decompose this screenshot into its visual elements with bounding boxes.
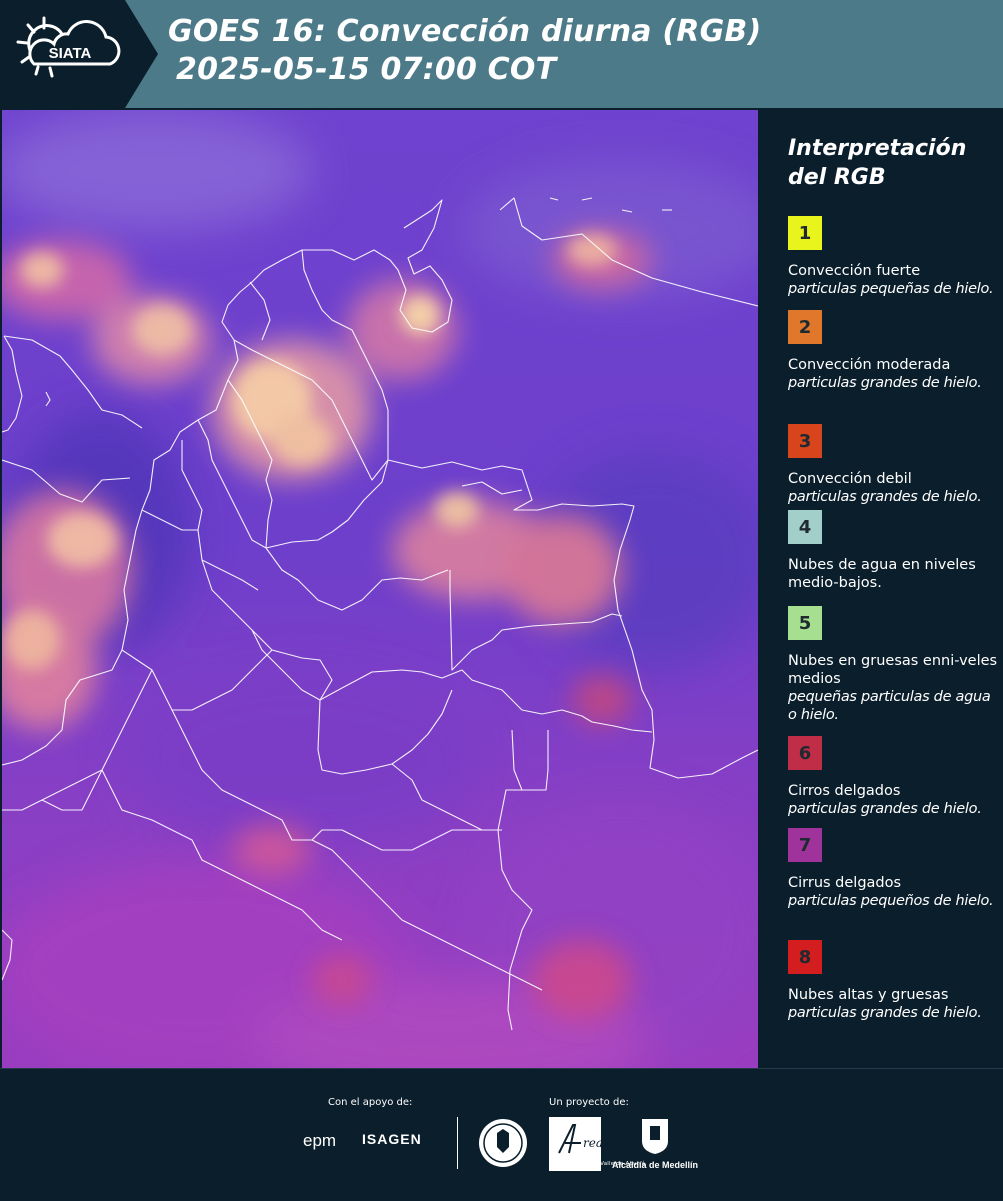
legend-item: 3 Convección debil particulas grandes de h… xyxy=(788,424,998,506)
legend-item-description: particulas grandes de hielo. xyxy=(788,489,982,505)
legend-swatch: 3 xyxy=(788,424,822,458)
header-bar: SIATA GOES 16: Convección diurna (RGB) 2… xyxy=(0,0,1003,108)
svg-text:rea: rea xyxy=(583,1136,601,1150)
legend-item-name: Cirros delgados xyxy=(788,783,901,799)
legend-title: Interpretación del RGB xyxy=(788,136,967,190)
legend-item: 6 Cirros delgados particulas grandes de hi… xyxy=(788,736,998,818)
legend-item-description: particulas grandes de hielo. xyxy=(788,375,982,391)
legend-item-name: Convección debil xyxy=(788,471,912,487)
legend-item-name: Convección fuerte xyxy=(788,263,921,279)
legend-item-name: Nubes altas y gruesas xyxy=(788,987,949,1003)
legend-item-description: particulas grandes de hielo. xyxy=(788,1005,982,1021)
legend-item-name: Convección moderada xyxy=(788,357,951,373)
siata-logo: SIATA xyxy=(16,16,121,78)
legend-item: 8 Nubes altas y gruesas particulas grandes… xyxy=(788,940,998,1022)
legend-swatch: 4 xyxy=(788,510,822,544)
seal-icon xyxy=(479,1119,527,1167)
satellite-imagery xyxy=(2,110,758,1070)
legend-swatch: 1 xyxy=(788,216,822,250)
page-title: GOES 16: Convección diurna (RGB) xyxy=(168,14,762,49)
alcaldia-label: Alcaldía de Medellín xyxy=(612,1160,699,1170)
alcaldia-shield-icon xyxy=(642,1119,668,1154)
legend-item: 5 Nubes en gruesas enni-veles medios peque… xyxy=(788,606,998,724)
legend-item-name: Nubes en gruesas enni-veles medios xyxy=(788,653,998,687)
legend-item: 2 Convección moderada particulas grandes d… xyxy=(788,310,998,392)
footer: Con el apoyo de: Un proyecto de: epm ISA… xyxy=(0,1068,1003,1201)
legend-item: 1 Convección fuerte particulas pequeñas de… xyxy=(788,216,998,298)
legend-item: 4 Nubes de agua en niveles medio-bajos. xyxy=(788,510,998,592)
page-subtitle-datetime: 2025-05-15 07:00 COT xyxy=(176,52,557,87)
legend-panel: Interpretación del RGB 1 Convección fuert… xyxy=(760,108,1003,1068)
legend-swatch: 7 xyxy=(788,828,822,862)
legend-item-description: particulas grandes de hielo. xyxy=(788,801,982,817)
legend-swatch: 6 xyxy=(788,736,822,770)
isagen-logo: ISAGEN xyxy=(362,1131,422,1147)
footer-divider xyxy=(457,1117,458,1169)
epm-logo: epm xyxy=(303,1131,337,1150)
satellite-map[interactable] xyxy=(2,110,758,1070)
legend-item-description: particulas pequeñas de hielo. xyxy=(788,281,994,297)
project-label: Un proyecto de: xyxy=(549,1097,629,1108)
legend-item-name: Nubes de agua en niveles medio-bajos. xyxy=(788,557,976,591)
support-label: Con el apoyo de: xyxy=(328,1097,413,1108)
legend-item-description: particulas pequeños de hielo. xyxy=(788,893,994,909)
legend-item-description: pequeñas particulas de agua o hielo. xyxy=(788,689,991,723)
legend-item-name: Cirrus delgados xyxy=(788,875,902,891)
logo-text: SIATA xyxy=(49,45,92,62)
legend-swatch: 8 xyxy=(788,940,822,974)
legend-swatch: 2 xyxy=(788,310,822,344)
legend-swatch: 5 xyxy=(788,606,822,640)
legend-item: 7 Cirrus delgados particulas pequeños de h… xyxy=(788,828,998,910)
